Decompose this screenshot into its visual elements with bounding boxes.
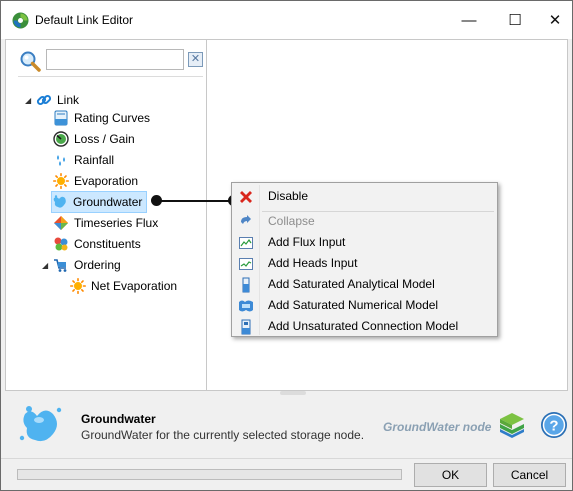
default-link-editor-window: Default Link Editor — ☐ ✕ ✕ ◢ Link Ratin…: [0, 0, 573, 491]
tree-node-net-evaporation[interactable]: Net Evaporation: [70, 276, 177, 296]
tree-node-groundwater[interactable]: Groundwater: [51, 191, 148, 213]
disable-x-icon: [240, 191, 252, 203]
search-input[interactable]: [46, 49, 184, 70]
menu-item-add-heads-input[interactable]: Add Heads Input: [234, 253, 495, 274]
tree-node-evaporation[interactable]: Evaporation: [53, 171, 138, 191]
tree-node-label: Constituents: [74, 237, 141, 251]
minimize-icon: —: [461, 11, 477, 29]
app-logo-icon: [12, 12, 29, 29]
unsaturated-model-icon: [241, 319, 251, 335]
info-title: Groundwater: [81, 412, 156, 426]
search-icon: [20, 51, 41, 72]
menu-item-disable[interactable]: Disable: [234, 186, 495, 207]
tree-node-rainfall[interactable]: Rainfall: [53, 150, 114, 170]
footer-divider: [1, 458, 572, 459]
menu-item-add-unsaturated-connection-model[interactable]: Add Unsaturated Connection Model: [234, 316, 495, 337]
tree-node-label: Net Evaporation: [91, 279, 178, 293]
menu-item-label: Add Saturated Analytical Model: [268, 277, 435, 291]
flux-input-icon: [239, 237, 253, 249]
menu-item-label: Add Flux Input: [268, 235, 346, 249]
tree-node-ordering[interactable]: Ordering: [53, 255, 121, 275]
close-icon: ✕: [548, 12, 562, 29]
groundwater-large-icon: [19, 406, 62, 442]
maximize-button[interactable]: ☐: [492, 1, 538, 39]
window-title: Default Link Editor: [35, 13, 134, 27]
ok-button[interactable]: OK: [414, 463, 487, 487]
tree-node-link[interactable]: Link: [36, 90, 79, 110]
callout-dot-start: [151, 195, 162, 206]
books-icon[interactable]: [497, 411, 527, 439]
menu-item-label: Add Unsaturated Connection Model: [268, 319, 459, 333]
svg-text:?: ?: [549, 418, 558, 435]
progress-bar: [17, 469, 402, 480]
ordering-expander-icon[interactable]: ◢: [42, 262, 50, 270]
constituents-icon: [54, 237, 68, 251]
splitter-grip[interactable]: [280, 391, 306, 395]
clear-icon: ✕: [190, 53, 201, 65]
menu-item-add-saturated-analytical-model[interactable]: Add Saturated Analytical Model: [234, 274, 495, 295]
net-evaporation-icon: [70, 278, 86, 294]
menu-item-label: Add Saturated Numerical Model: [268, 298, 439, 312]
menu-item-label: Collapse: [268, 214, 315, 228]
title-bar: Default Link Editor — ☐ ✕: [1, 1, 572, 39]
link-expander-icon[interactable]: ◢: [25, 97, 33, 105]
tree-node-label: Ordering: [74, 258, 121, 272]
numerical-model-icon: [239, 300, 253, 312]
tree-node-label: Rainfall: [74, 153, 115, 167]
rating-curves-icon: [54, 110, 68, 126]
minimize-button[interactable]: —: [446, 1, 492, 39]
menu-item-label: Add Heads Input: [268, 256, 358, 270]
tree-node-label: Rating Curves: [74, 111, 151, 125]
groundwater-icon: [53, 195, 66, 208]
search-clear-button[interactable]: ✕: [188, 52, 203, 67]
loss-gain-icon: [53, 131, 69, 147]
info-panel: Groundwater GroundWater for the currentl…: [5, 398, 568, 456]
tree-node-label: Timeseries Flux: [74, 216, 159, 230]
rainfall-icon: [57, 155, 65, 166]
tree-node-rating-curves[interactable]: Rating Curves: [53, 108, 150, 128]
link-icon: [36, 94, 52, 106]
tree-node-label: Link: [57, 93, 80, 107]
analytical-model-icon: [242, 277, 250, 293]
tree-node-label: Evaporation: [74, 174, 139, 188]
tree-node-label: Loss / Gain: [74, 132, 135, 146]
menu-item-add-flux-input[interactable]: Add Flux Input: [234, 232, 495, 253]
help-icon[interactable]: ?: [540, 411, 568, 439]
heads-input-icon: [239, 258, 253, 270]
timeseries-flux-icon: [54, 216, 68, 230]
tree-node-timeseries-flux[interactable]: Timeseries Flux: [53, 213, 158, 233]
tree-node-constituents[interactable]: Constituents: [53, 234, 141, 254]
callout-connector: [156, 200, 236, 202]
evaporation-icon: [53, 173, 69, 189]
close-button[interactable]: ✕: [538, 1, 572, 39]
search-divider: [18, 76, 203, 77]
info-description: GroundWater for the currently selected s…: [81, 428, 365, 442]
tree-pane: ✕ ◢ Link Rating Curves Loss / Gain Rainf…: [6, 40, 207, 390]
tree-node-loss-gain[interactable]: Loss / Gain: [53, 129, 135, 149]
info-node-type-label: GroundWater node: [383, 420, 492, 434]
menu-item-label: Disable: [268, 189, 309, 203]
cancel-button[interactable]: Cancel: [493, 463, 566, 487]
tree-node-label: Groundwater: [73, 195, 143, 209]
menu-item-add-saturated-numerical-model[interactable]: Add Saturated Numerical Model: [234, 295, 495, 316]
menu-item-collapse[interactable]: Collapse: [234, 211, 495, 232]
ordering-icon: [54, 259, 67, 272]
context-menu: Disable Collapse Add Flux Input Add Head…: [231, 182, 498, 337]
collapse-icon: [241, 215, 251, 224]
maximize-icon: ☐: [508, 12, 522, 29]
